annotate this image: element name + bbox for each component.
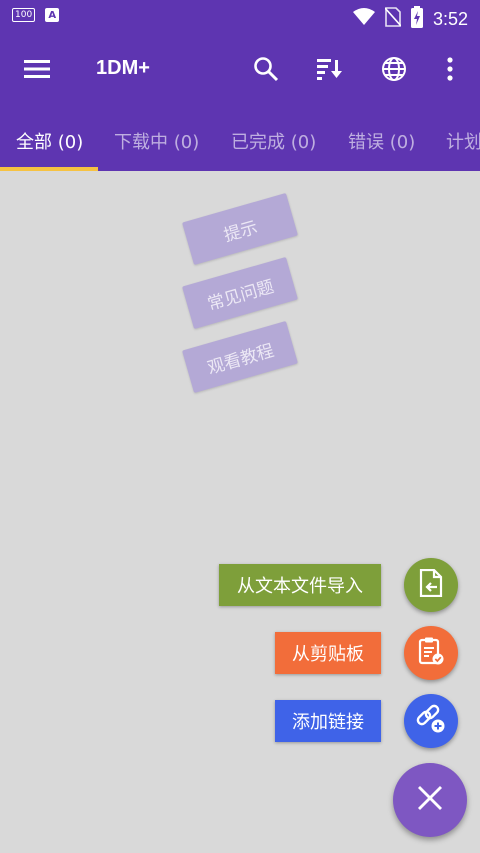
clock-time: 3:52 [432, 8, 468, 29]
tip-hint-button[interactable]: 提示 [182, 192, 298, 266]
file-import-icon [419, 568, 443, 601]
tab-all[interactable]: 全部 (0) [16, 128, 83, 154]
notification-a-icon: A [45, 8, 60, 22]
tab-indicator [0, 167, 98, 171]
search-icon[interactable] [243, 46, 289, 92]
add-link-button[interactable] [404, 694, 458, 748]
no-sim-icon [384, 7, 402, 31]
tab-error[interactable]: 错误 (0) [348, 128, 415, 154]
menu-icon[interactable] [14, 46, 60, 92]
wifi-icon [352, 8, 375, 30]
add-link-icon [416, 704, 446, 738]
clipboard-icon [418, 637, 444, 669]
import-from-file-button[interactable] [404, 558, 458, 612]
import-from-file-label[interactable]: 从文本文件导入 [219, 564, 381, 606]
close-fab-button[interactable] [393, 763, 467, 837]
sort-icon[interactable] [307, 46, 353, 92]
tab-scheduled[interactable]: 计划 [446, 128, 480, 154]
battery-charging-icon [410, 6, 423, 32]
status-bar: 100 A 3:52 [0, 0, 480, 34]
tab-completed[interactable]: 已完成 (0) [231, 128, 316, 154]
tip-faq-button[interactable]: 常见问题 [182, 256, 298, 330]
close-icon [417, 785, 443, 815]
from-clipboard-button[interactable] [404, 626, 458, 680]
globe-icon[interactable] [371, 46, 417, 92]
add-link-label[interactable]: 添加链接 [275, 700, 381, 742]
notification-badge-100: 100 [12, 8, 36, 22]
app-title: 1DM+ [96, 57, 150, 79]
more-vert-icon[interactable] [427, 46, 473, 92]
app-bar: 1DM+ [0, 34, 480, 104]
tab-downloading[interactable]: 下载中 (0) [114, 128, 199, 154]
from-clipboard-label[interactable]: 从剪贴板 [275, 632, 381, 674]
tab-bar: 全部 (0) 下载中 (0) 已完成 (0) 错误 (0) 计划 [0, 104, 480, 171]
tip-tutorial-button[interactable]: 观看教程 [182, 320, 298, 394]
